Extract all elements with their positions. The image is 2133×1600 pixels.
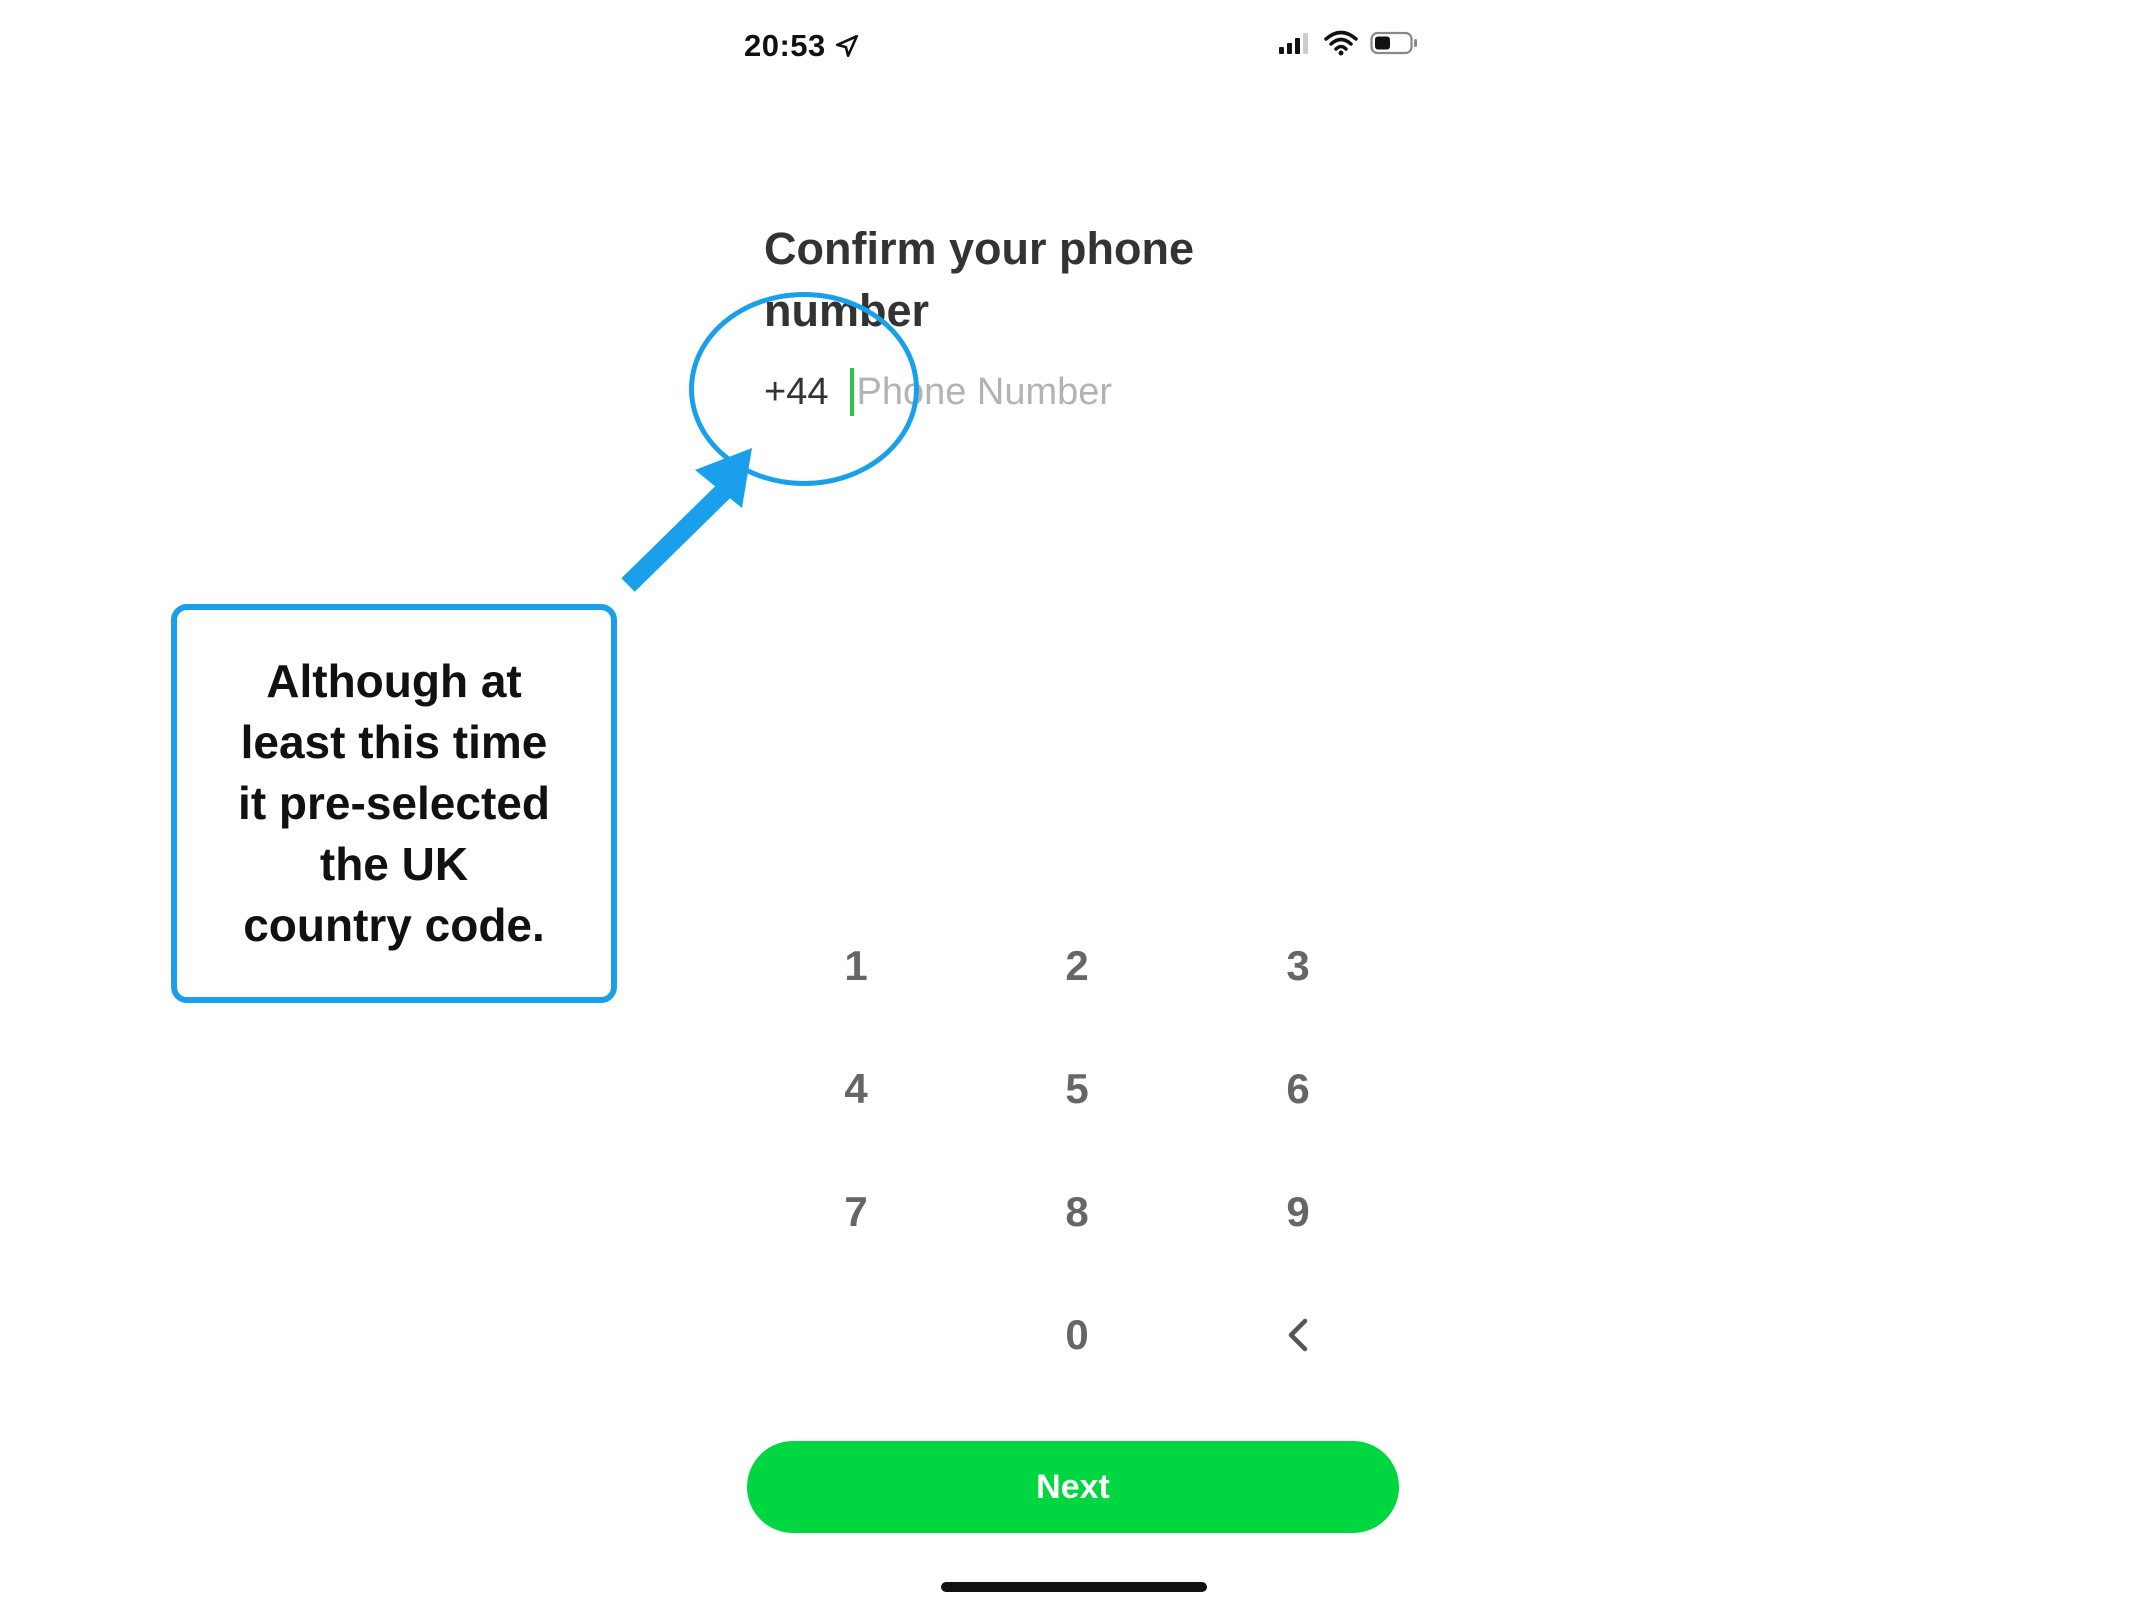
keypad-key-9[interactable]: 9 — [1218, 1167, 1378, 1257]
cellular-signal-icon — [1279, 33, 1308, 54]
status-time-text: 20:53 — [744, 28, 826, 63]
app-screen: 20:53 Confirm your phone number +44 Phon… — [0, 0, 2133, 1600]
keypad-backspace-button[interactable] — [1218, 1290, 1378, 1380]
keypad-key-0[interactable]: 0 — [997, 1290, 1157, 1380]
keypad-key-2[interactable]: 2 — [997, 921, 1157, 1011]
keypad-key-7[interactable]: 7 — [776, 1167, 936, 1257]
keypad-key-4[interactable]: 4 — [776, 1044, 936, 1134]
wifi-icon — [1324, 30, 1358, 56]
keypad-key-3[interactable]: 3 — [1218, 921, 1378, 1011]
annotation-arrow-icon — [621, 448, 752, 592]
phone-number-input[interactable] — [856, 370, 1277, 414]
next-button[interactable]: Next — [747, 1441, 1399, 1533]
annotation-text: Although at least this time it pre-selec… — [238, 655, 550, 951]
chevron-left-icon — [1288, 1318, 1308, 1352]
keypad-key-6[interactable]: 6 — [1218, 1044, 1378, 1134]
battery-icon — [1370, 31, 1417, 55]
location-arrow-icon — [835, 34, 858, 58]
status-bar-time: 20:53 — [744, 28, 860, 64]
keypad-key-5[interactable]: 5 — [997, 1044, 1157, 1134]
keypad-key-8[interactable]: 8 — [997, 1167, 1157, 1257]
home-indicator — [941, 1582, 1207, 1592]
annotation-callout: Although at least this time it pre-selec… — [171, 604, 617, 1003]
keypad-key-1[interactable]: 1 — [776, 921, 936, 1011]
status-bar-icons — [1278, 30, 1420, 56]
